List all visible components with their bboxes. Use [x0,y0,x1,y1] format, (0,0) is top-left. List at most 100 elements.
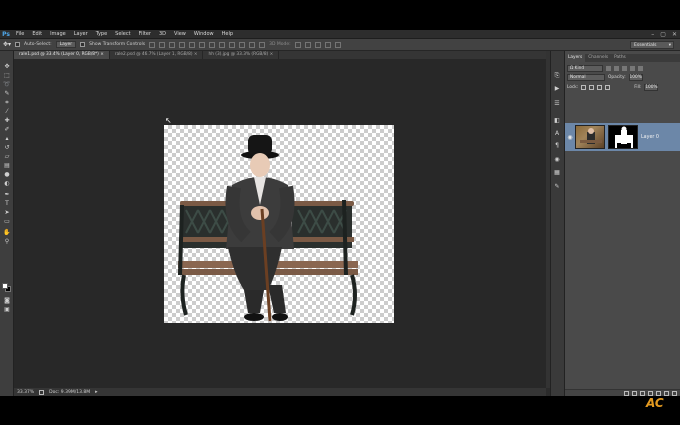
hand-tool-icon[interactable]: ✋ [3,229,11,236]
menu-layer[interactable]: Layer [70,30,92,39]
character-panel-icon[interactable]: A [553,130,561,137]
pen-tool-icon[interactable]: ✒ [3,191,11,198]
3d-pan-icon[interactable] [314,41,321,48]
tab-rale2[interactable]: rale2.psd @ 46.7% (Layer 1, RGB/8) × [110,51,204,59]
lock-position-icon[interactable] [597,85,603,90]
tab-layers[interactable]: Layers [565,54,586,62]
zoom-tool-icon[interactable]: ⚲ [3,238,11,245]
styles-panel-icon[interactable]: ◉ [553,156,561,163]
menu-filter[interactable]: Filter [135,30,155,39]
menu-help[interactable]: Help [218,30,237,39]
show-transform-checkbox[interactable] [80,42,86,47]
distribute-hcenter-icon[interactable] [249,41,256,48]
brushes-panel-icon[interactable]: ✎ [553,183,561,190]
shape-filter-icon[interactable] [630,66,635,71]
align-left-icon[interactable] [179,41,186,48]
marquee-tool-icon[interactable]: ⬚ [3,72,11,79]
document-canvas[interactable] [164,125,394,323]
auto-select-checkbox[interactable] [15,42,21,47]
dodge-tool-icon[interactable]: ◐ [3,180,11,187]
path-select-tool-icon[interactable]: ➤ [3,209,11,216]
layer-thumbnail[interactable] [575,125,605,149]
tab-hh3[interactable]: hh (3).jpg @ 33.3% (RGB/8) × [203,51,280,59]
layer-name[interactable]: Layer 0 [641,135,659,140]
distribute-right-icon[interactable] [259,41,266,48]
menu-select[interactable]: Select [111,30,134,39]
type-tool-icon[interactable]: T [3,200,11,207]
paragraph-panel-icon[interactable]: ¶ [553,142,561,149]
new-layer-icon[interactable] [664,390,669,396]
play-actions-icon[interactable]: ▶ [553,85,561,92]
menu-3d[interactable]: 3D [155,30,170,39]
swatches-panel-icon[interactable]: ▦ [553,169,561,176]
properties-panel-icon[interactable]: ☰ [553,100,561,107]
zoom-level[interactable]: 33.37% [17,390,34,395]
new-adjustment-icon[interactable] [648,390,653,396]
distribute-top-icon[interactable] [209,41,216,48]
opacity-input[interactable]: 100% [628,74,643,81]
shape-tool-icon[interactable]: ▭ [3,218,11,225]
crop-tool-icon[interactable]: ⌗ [3,99,11,106]
history-panel-icon[interactable]: ⎘ [553,72,561,79]
blur-tool-icon[interactable]: ● [3,171,11,178]
delete-layer-icon[interactable] [672,390,677,396]
status-menu-arrow-icon[interactable]: ▸ [95,389,98,395]
menu-type[interactable]: Type [92,30,111,39]
lock-all-icon[interactable] [605,85,611,90]
distribute-vcenter-icon[interactable] [219,41,226,48]
status-share-icon[interactable] [39,389,45,395]
pixel-filter-icon[interactable] [606,66,611,71]
eyedropper-tool-icon[interactable]: ⁄ [3,108,11,115]
smart-object-filter-icon[interactable] [638,66,643,71]
layer-style-icon[interactable] [632,390,637,396]
align-right-icon[interactable] [199,41,206,48]
healing-tool-icon[interactable]: ✚ [3,117,11,124]
lock-image-icon[interactable] [589,85,595,90]
move-tool-icon[interactable]: ✥▾ [3,41,11,48]
menu-window[interactable]: Window [190,30,218,39]
menu-image[interactable]: Image [46,30,70,39]
canvas-area[interactable]: ↖ [14,59,546,388]
workspace-dropdown[interactable]: Essentials ▾ [630,41,674,49]
tab-paths[interactable]: Paths [611,54,629,62]
auto-select-dropdown[interactable]: Layer [55,41,77,48]
tab-channels[interactable]: Channels [585,54,611,62]
new-group-icon[interactable] [656,390,661,396]
brush-tool-icon[interactable]: ✐ [3,126,11,133]
screen-mode-icon[interactable]: ▣ [3,306,11,313]
align-bottom-icon[interactable] [169,41,176,48]
layer-row-layer-0[interactable]: ◉ Layer 0 [565,123,680,151]
clone-stamp-tool-icon[interactable]: ▴ [3,135,11,142]
quick-select-tool-icon[interactable]: ✎ [3,90,11,97]
menu-file[interactable]: File [12,30,28,39]
tab-rale1[interactable]: rale1.psd @ 33.4% (Layer 0, RGB/8*) × [14,51,110,59]
lock-transparent-icon[interactable] [581,85,587,90]
gradient-tool-icon[interactable]: ▤ [3,162,11,169]
align-top-icon[interactable] [149,41,156,48]
close-button[interactable]: ✕ [672,31,677,38]
add-mask-icon[interactable] [640,390,645,396]
kind-filter-dropdown[interactable]: Ω Kind [567,65,603,72]
blend-mode-dropdown[interactable]: Normal [567,74,605,81]
history-brush-tool-icon[interactable]: ↺ [3,144,11,151]
align-hcenter-icon[interactable] [189,41,196,48]
distribute-bottom-icon[interactable] [229,41,236,48]
align-vcenter-icon[interactable] [159,41,166,48]
move-tool-icon[interactable]: ✥ [3,63,11,70]
distribute-left-icon[interactable] [239,41,246,48]
eraser-tool-icon[interactable]: ▱ [3,153,11,160]
adjustments-panel-icon[interactable]: ◧ [553,117,561,124]
foreground-color-swatch[interactable] [2,283,8,289]
type-filter-icon[interactable] [622,66,627,71]
visibility-eye-icon[interactable]: ◉ [565,134,575,141]
3d-roll-icon[interactable] [304,41,311,48]
adjustment-filter-icon[interactable] [614,66,619,71]
minimize-button[interactable]: – [651,31,654,38]
3d-scale-icon[interactable] [334,41,341,48]
layer-mask-thumbnail[interactable] [608,125,638,149]
maximize-button[interactable]: ▢ [660,31,666,38]
quick-mask-icon[interactable]: ◙ [3,297,11,304]
fill-input[interactable]: 100% [644,84,659,91]
menu-edit[interactable]: Edit [28,30,46,39]
lasso-tool-icon[interactable]: ➰ [3,81,11,88]
